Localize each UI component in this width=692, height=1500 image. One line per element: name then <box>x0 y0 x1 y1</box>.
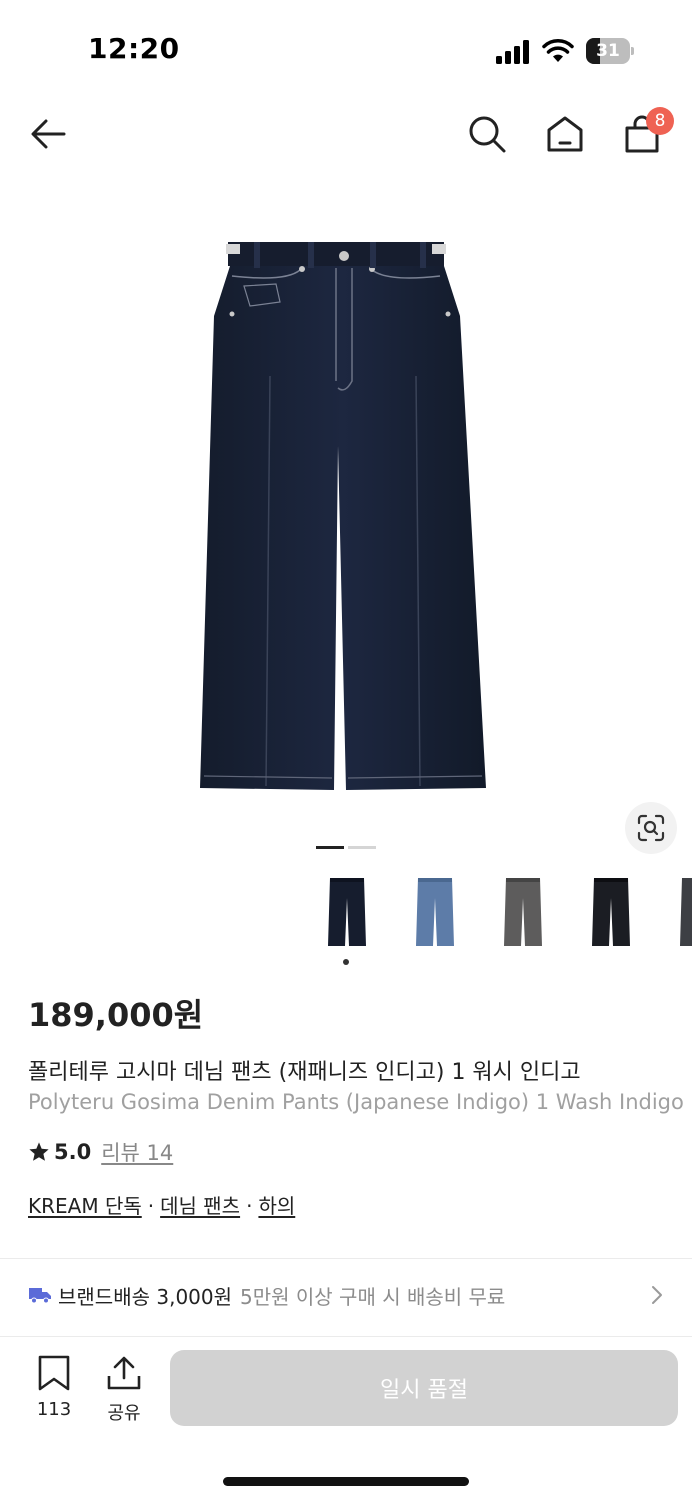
top-nav <box>0 100 692 170</box>
image-pager <box>316 846 376 850</box>
arrow-left-icon <box>31 119 66 149</box>
share-label: 공유 <box>107 1403 141 1424</box>
home-indicator <box>223 1477 469 1486</box>
selected-thumbnail-dot <box>343 959 349 965</box>
color-thumbnails <box>300 868 692 972</box>
product-title-english: Polyteru Gosima Denim Pants (Japanese In… <box>28 1090 684 1114</box>
thumbnail-indigo[interactable] <box>302 868 390 956</box>
pager-indicator-active <box>316 846 344 849</box>
tag-separator: · <box>147 1194 155 1218</box>
bottom-action-bar: 113 공유 일시 품절 <box>0 1336 692 1500</box>
wifi-icon <box>542 39 574 62</box>
battery-icon: 31 <box>586 38 634 64</box>
search-button[interactable] <box>465 112 509 156</box>
product-title-korean: 폴리테루 고시마 데님 팬츠 (재패니즈 인디고) 1 워시 인디고 <box>28 1060 581 1085</box>
chevron-right-icon <box>652 1286 662 1304</box>
status-bar: 12:20 31 <box>0 0 692 100</box>
camera-scan-icon <box>637 814 665 842</box>
product-rating: 5.0 리뷰 14 <box>28 1138 173 1166</box>
free-shipping-note: 5만원 이상 구매 시 배송비 무료 <box>240 1284 506 1309</box>
star-icon <box>29 1142 49 1161</box>
thumbnail-black[interactable] <box>566 868 654 956</box>
rating-value: 5.0 <box>54 1140 92 1164</box>
visual-search-button[interactable] <box>625 802 677 854</box>
tag-separator: · <box>246 1194 253 1218</box>
divider <box>0 1258 692 1259</box>
sold-out-button[interactable]: 일시 품절 <box>170 1350 678 1426</box>
status-time: 12:20 <box>88 32 180 65</box>
review-link[interactable]: 리뷰 14 <box>101 1137 173 1167</box>
home-button[interactable] <box>543 112 587 156</box>
share-icon <box>107 1356 141 1390</box>
bookmark-count: 113 <box>36 1399 72 1420</box>
delivery-truck-icon <box>29 1288 51 1304</box>
bookmark-button[interactable]: 113 <box>22 1355 86 1425</box>
tag-kream-exclusive[interactable]: KREAM 단독 <box>28 1194 142 1218</box>
thumbnail-grey[interactable] <box>478 868 566 956</box>
search-icon <box>469 116 506 153</box>
shipping-fee: 브랜드배송 3,000원 <box>58 1284 233 1309</box>
thumbnail-light-blue[interactable] <box>390 868 478 956</box>
product-price: 189,000원 <box>28 996 204 1034</box>
share-button[interactable]: 공유 <box>92 1355 156 1425</box>
shipping-info-row[interactable]: 브랜드배송 3,000원 5만원 이상 구매 시 배송비 무료 <box>0 1264 692 1326</box>
thumbnail-dark-grey[interactable] <box>654 868 692 956</box>
bookmark-icon <box>38 1355 70 1391</box>
tag-bottoms[interactable]: 하의 <box>258 1194 295 1218</box>
back-button[interactable] <box>26 112 70 156</box>
pager-indicator <box>348 846 376 849</box>
cart-count-badge: 8 <box>646 107 674 135</box>
tag-denim-pants[interactable]: 데님 팬츠 <box>160 1194 240 1218</box>
product-image[interactable] <box>0 176 692 856</box>
cellular-signal-icon <box>496 40 529 64</box>
home-icon <box>547 116 583 152</box>
denim-pants-image <box>200 242 486 790</box>
battery-level: 31 <box>596 41 620 61</box>
category-tags: KREAM 단독 · 데님 팬츠 · 하의 <box>28 1190 295 1219</box>
